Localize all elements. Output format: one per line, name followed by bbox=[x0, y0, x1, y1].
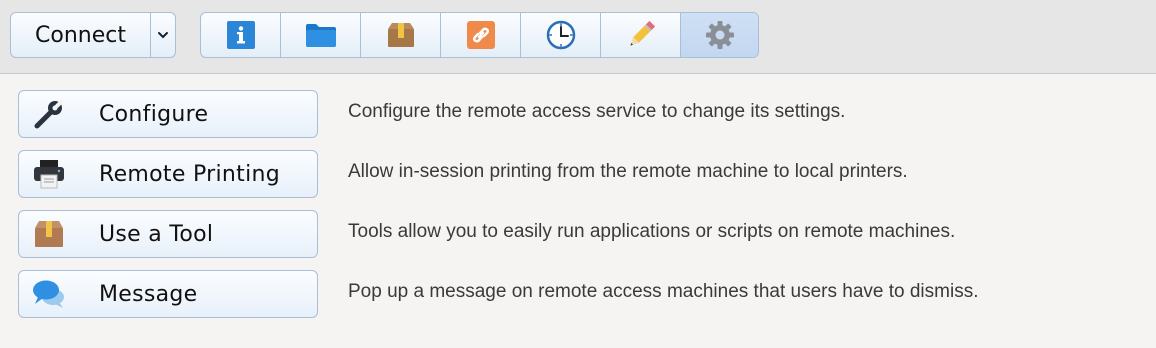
use-a-tool-label: Use a Tool bbox=[99, 221, 214, 247]
printer-icon bbox=[34, 160, 64, 189]
message-button[interactable]: Message bbox=[18, 270, 318, 318]
pencil-icon bbox=[629, 20, 655, 46]
remote-printing-description: Allow in-session printing from the remot… bbox=[348, 161, 908, 182]
configure-button[interactable]: Configure bbox=[18, 90, 318, 138]
gear-icon bbox=[705, 21, 734, 49]
tab-settings[interactable] bbox=[681, 13, 758, 57]
tab-files[interactable] bbox=[281, 13, 361, 57]
package-icon bbox=[35, 221, 63, 247]
action-row-message: Message Pop up a message on remote acces… bbox=[18, 270, 1148, 318]
action-row-use-a-tool: Use a Tool Tools allow you to easily run… bbox=[18, 210, 1148, 258]
chat-bubbles-icon bbox=[33, 280, 64, 308]
info-icon bbox=[226, 21, 255, 49]
use-a-tool-button[interactable]: Use a Tool bbox=[18, 210, 318, 258]
remote-printing-button[interactable]: Remote Printing bbox=[18, 150, 318, 198]
remote-printing-label: Remote Printing bbox=[99, 161, 281, 187]
clock-icon bbox=[546, 20, 575, 50]
tab-edit[interactable] bbox=[601, 13, 681, 57]
toolbar: Connect bbox=[0, 0, 1156, 74]
message-description: Pop up a message on remote access machin… bbox=[348, 281, 979, 302]
action-row-remote-printing: Remote Printing Allow in-session printin… bbox=[18, 150, 1148, 198]
use-a-tool-description: Tools allow you to easily run applicatio… bbox=[348, 221, 956, 242]
tab-info[interactable] bbox=[201, 13, 281, 57]
tool-tab-bar bbox=[200, 12, 759, 58]
connect-dropdown-button[interactable] bbox=[151, 13, 175, 57]
tab-links[interactable] bbox=[441, 13, 521, 57]
wrench-icon bbox=[34, 98, 65, 129]
connect-button[interactable]: Connect bbox=[11, 13, 151, 57]
connect-split-button: Connect bbox=[10, 12, 176, 58]
message-label: Message bbox=[99, 281, 198, 307]
tab-history[interactable] bbox=[521, 13, 601, 57]
action-row-configure: Configure Configure the remote access se… bbox=[18, 90, 1148, 138]
package-icon bbox=[387, 23, 414, 47]
connect-label: Connect bbox=[35, 22, 126, 48]
chevron-down-icon bbox=[158, 32, 168, 39]
configure-label: Configure bbox=[99, 101, 209, 127]
tab-packages[interactable] bbox=[361, 13, 441, 57]
folder-icon bbox=[305, 24, 336, 47]
link-icon bbox=[466, 21, 495, 49]
configure-description: Configure the remote access service to c… bbox=[348, 101, 846, 122]
